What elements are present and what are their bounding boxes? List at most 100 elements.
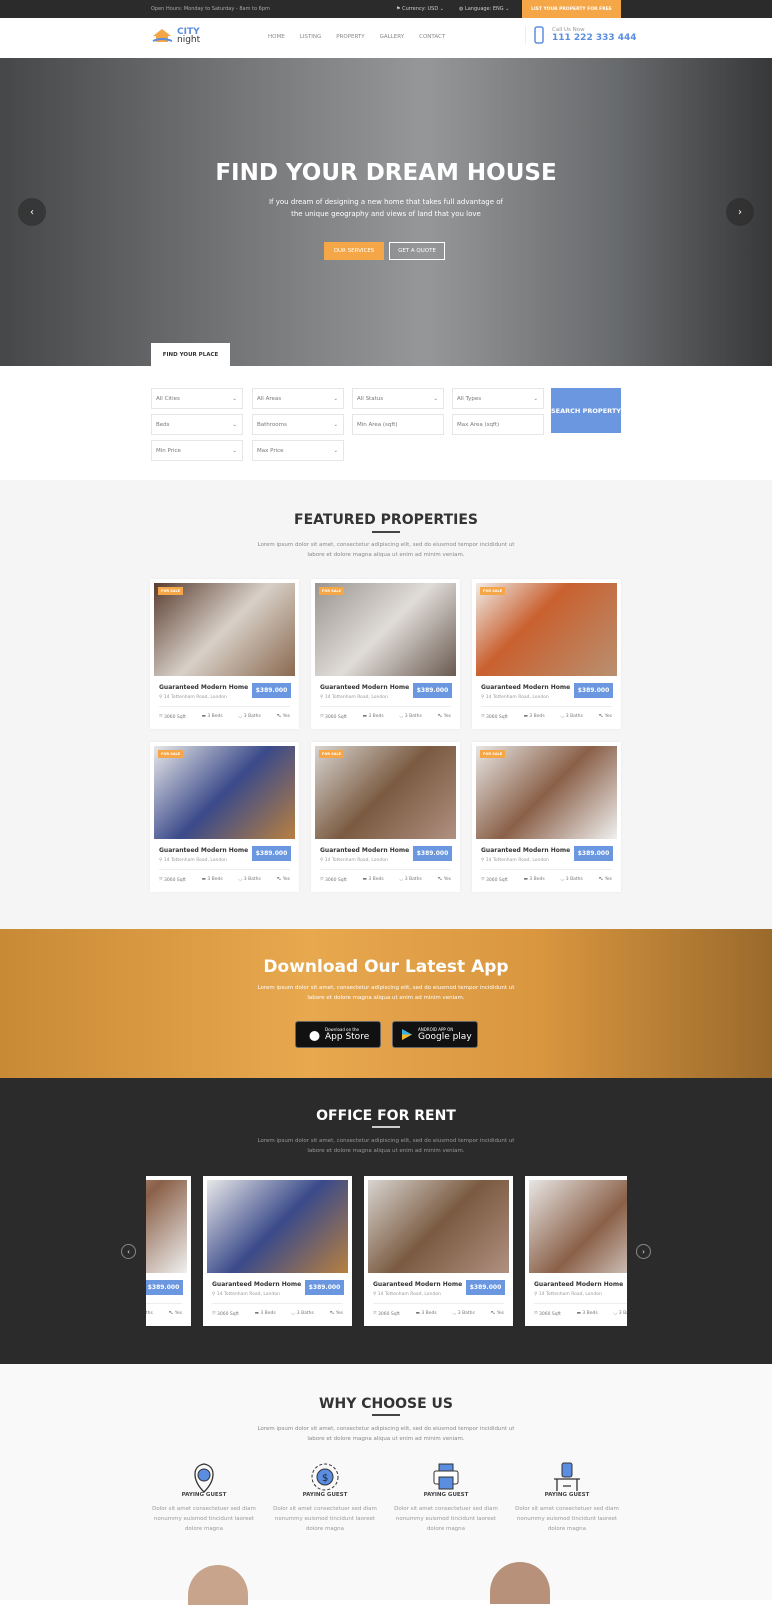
feature-text: Dolor sit amet consectetuer sed diam non… — [152, 1506, 256, 1532]
property-name[interactable]: Guaranteed Modern Home — [534, 1281, 623, 1288]
property-card[interactable]: FOR SALE Guaranteed Modern Home ⚲ 14 Totte… — [472, 579, 621, 729]
property-image[interactable] — [476, 583, 617, 676]
app-store-button[interactable]: Download on the App Store — [295, 1021, 381, 1048]
next-slide-button[interactable]: › — [726, 198, 754, 226]
logo[interactable]: CITY night — [151, 27, 200, 45]
price-tag: $389.000 — [252, 846, 291, 861]
property-image[interactable] — [315, 746, 456, 839]
property-name[interactable]: Guaranteed Modern Home — [320, 847, 409, 854]
property-address: ⚲ 14 Tottenham Road, London — [373, 1292, 441, 1297]
property-card[interactable]: FOR SALE Guaranteed Modern Home ⚲ 14 Totte… — [150, 742, 299, 892]
beds: ▬ 3 Beds — [416, 1311, 437, 1317]
nav-listing[interactable]: LISTING — [300, 34, 322, 40]
search-select[interactable]: All Areas ⌄ — [252, 388, 344, 409]
field-label: All Types — [457, 395, 482, 402]
nav-gallery[interactable]: GALLERY — [380, 34, 404, 40]
language-select[interactable]: ◍ Language: ENG ⌄ — [459, 6, 509, 12]
address-text: 14 Tottenham Road, London — [377, 1292, 441, 1297]
for-sale-badge: FOR SALE — [480, 587, 506, 595]
property-image[interactable] — [476, 746, 617, 839]
property-name[interactable]: Guaranteed Modern Home — [159, 847, 248, 854]
office-card[interactable]: Guaranteed Modern Home ⚲ 14 Tottenham Roa… — [203, 1176, 352, 1326]
search-select[interactable]: Bathrooms ⌄ — [252, 414, 344, 435]
area-value: 3060 Sqft — [539, 1312, 561, 1317]
area-value: 3060 Sqft — [325, 715, 347, 720]
office-section: OFFICE FOR RENT Lorem ipsum dolor sit am… — [0, 1078, 772, 1364]
nav-contact[interactable]: CONTACT — [419, 34, 445, 40]
app-title: Download Our Latest App — [263, 957, 509, 977]
address-text: 14 Tottenham Road, London — [324, 695, 388, 700]
property-name[interactable]: Guaranteed Modern Home — [481, 847, 570, 854]
property-name[interactable]: Guaranteed Modern Home — [373, 1281, 462, 1288]
office-card[interactable]: Guaranteed Modern Home⚲ 14 Tottenham Roa… — [146, 1176, 191, 1326]
prev-slide-button[interactable]: ‹ — [18, 198, 46, 226]
property-features: ⤧ 3060 Sqft ▬ 3 Beds ◡ 3 Baths ⛍ Yes — [159, 714, 290, 720]
property-image[interactable] — [315, 583, 456, 676]
get-quote-button[interactable]: GET A QUOTE — [389, 242, 445, 260]
office-card[interactable]: Guaranteed Modern Home⚲ 14 Tottenham Roa… — [525, 1176, 627, 1326]
area: ⤧ 3060 Sqft — [373, 1311, 400, 1317]
beds: ▬ 3 Beds — [202, 714, 223, 720]
google-play-button[interactable]: ANDROID APP ON Google play — [392, 1021, 478, 1048]
garage: ⛍ Yes — [277, 714, 290, 720]
field-label: All Areas — [257, 395, 282, 402]
title-underline — [372, 1414, 400, 1416]
office-card[interactable]: Guaranteed Modern Home ⚲ 14 Tottenham Roa… — [364, 1176, 513, 1326]
carousel-prev-button[interactable]: ‹ — [121, 1244, 136, 1259]
property-features: ⤧ 3060 Sqft ▬ 3 Beds ◡ 3 Baths ⛍ Yes — [481, 877, 612, 883]
search-input[interactable]: Min Area (sqft) — [352, 414, 444, 435]
google-play-icon — [402, 1029, 412, 1040]
property-image[interactable] — [368, 1180, 509, 1273]
price-tag: $389.000 — [466, 1280, 505, 1295]
desc-line: Lorem ipsum dolor sit amet, consectetur … — [257, 1426, 515, 1432]
property-name[interactable]: Guaranteed Modern Home — [212, 1281, 301, 1288]
hero-subtitle: If you dream of designing a new home tha… — [0, 196, 772, 220]
call-us[interactable]: Call Us Now 111 222 333 444 — [525, 26, 637, 44]
property-image[interactable] — [207, 1180, 348, 1273]
property-image[interactable] — [154, 583, 295, 676]
search-select[interactable]: Max Price ⌄ — [252, 440, 344, 461]
property-card[interactable]: FOR SALE Guaranteed Modern Home ⚲ 14 Totte… — [472, 742, 621, 892]
property-name[interactable]: Guaranteed Modern Home — [159, 684, 248, 691]
property-address: ⚲ 14 Tottenham Road, London — [212, 1292, 280, 1297]
property-image[interactable] — [146, 1180, 187, 1273]
feature-item: PAYING GUEST Dolor sit amet consectetuer … — [512, 1462, 622, 1534]
search-input[interactable]: Max Area (sqft) — [452, 414, 544, 435]
property-image[interactable] — [154, 746, 295, 839]
property-name[interactable]: Guaranteed Modern Home — [320, 684, 409, 691]
property-address: ⚲ 14 Tottenham Road, London — [159, 858, 227, 863]
property-features: ⤧ 3060 Sqft ▬ 3 Beds ◡ 3 Baths ⛍ Yes — [212, 1311, 343, 1317]
hero-subtitle-line2: the unique geography and views of land t… — [291, 210, 481, 218]
search-property-button[interactable]: SEARCH PROPERTY — [551, 388, 621, 433]
property-features: ⤧ 3060 Sqft ▬ 3 Beds ◡ 3 Baths ⛍ Yes — [481, 714, 612, 720]
office-desc: Lorem ipsum dolor sit amet, consectetur … — [0, 1136, 772, 1156]
property-card[interactable]: FOR SALE Guaranteed Modern Home ⚲ 14 Totte… — [311, 579, 460, 729]
beds: ▬ 3 Beds — [524, 877, 545, 883]
phone-icon — [534, 26, 544, 44]
baths-value: 3 Baths — [618, 1311, 627, 1316]
garage-value: Yes — [174, 1311, 182, 1316]
currency-select[interactable]: ⚑ Currency: USD ⌄ — [396, 6, 444, 12]
search-select[interactable]: All Types ⌄ — [452, 388, 544, 409]
property-image[interactable] — [529, 1180, 627, 1273]
our-services-button[interactable]: OUR SERVICES — [324, 242, 384, 260]
garage: ⛍ Yes — [599, 877, 612, 883]
search-select[interactable]: All Status ⌄ — [352, 388, 444, 409]
list-property-button[interactable]: LIST YOUR PROPERTY FOR FREE — [522, 0, 621, 18]
area: ⤧ 3060 Sqft — [159, 877, 186, 883]
search-select[interactable]: Beds ⌄ — [151, 414, 243, 435]
carousel-next-button[interactable]: › — [636, 1244, 651, 1259]
nav-property[interactable]: PROPERTY — [336, 34, 364, 40]
address-text: 14 Tottenham Road, London — [538, 1292, 602, 1297]
property-name[interactable]: Guaranteed Modern Home — [481, 684, 570, 691]
field-label: All Status — [357, 395, 384, 402]
property-card[interactable]: FOR SALE Guaranteed Modern Home ⚲ 14 Totte… — [150, 579, 299, 729]
divider — [212, 1303, 343, 1304]
find-your-place-tab[interactable]: FIND YOUR PLACE — [151, 343, 230, 366]
area-value: 3060 Sqft — [164, 878, 186, 883]
nav-home[interactable]: HOME — [268, 34, 285, 40]
property-card[interactable]: FOR SALE Guaranteed Modern Home ⚲ 14 Totte… — [311, 742, 460, 892]
search-select[interactable]: Min Price ⌄ — [151, 440, 243, 461]
divider — [159, 706, 290, 707]
search-select[interactable]: All Cities ⌄ — [151, 388, 243, 409]
